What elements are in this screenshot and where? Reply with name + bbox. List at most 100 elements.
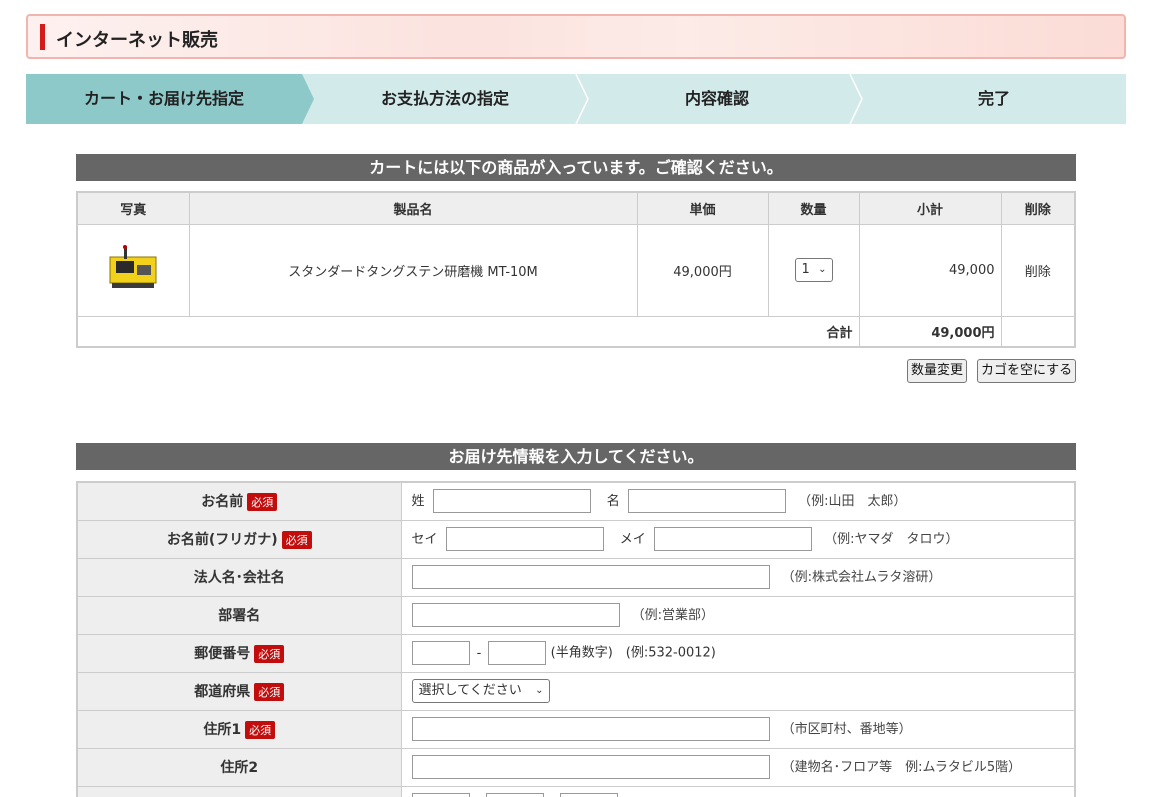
last-name-input[interactable] [432, 489, 591, 514]
page-header: インターネット販売 [26, 14, 1126, 59]
addr1-hint: （市区町村、番地等） [781, 721, 912, 737]
product-image[interactable] [104, 243, 162, 293]
kana-label-cell: お名前(フリガナ) 必須 [76, 519, 402, 559]
name-label-cell: お名前 必須 [76, 481, 402, 521]
zip-second-input[interactable] [488, 641, 547, 665]
first-name-kana-input[interactable] [653, 527, 812, 551]
last-name-kana-input[interactable] [445, 527, 604, 551]
col-name: 製品名 [188, 191, 638, 225]
addr2-input-cell: （建物名･フロア等 例:ムラタビル5階） [400, 747, 1076, 787]
required-badge: 必須 [247, 493, 278, 512]
cart-section-title: カートには以下の商品が入っています。ご確認ください。 [76, 154, 1076, 181]
col-subtotal: 小計 [858, 191, 1002, 225]
zip-label: 郵便番号 [194, 646, 251, 662]
step-confirm-label: 内容確認 [684, 89, 749, 108]
kana-input-cell: セイ メイ （例:ヤマダ タロウ） [400, 519, 1076, 559]
company-input-cell: （例:株式会社ムラタ溶研） [400, 557, 1076, 597]
name-label: お名前 [201, 494, 244, 511]
step-confirm: 内容確認 [586, 74, 848, 124]
qty-cell: 1 ⌄ [767, 223, 860, 317]
first-name-label: 名 [606, 493, 620, 509]
delete-link[interactable]: 削除 [1000, 223, 1076, 317]
required-badge: 必須 [254, 683, 285, 701]
total-row: 合計 49,000円 [76, 315, 1076, 348]
prefecture-selected: 選択してください [418, 683, 522, 698]
dept-input-cell: （例:営業部） [400, 595, 1076, 635]
form-row-dept: 部署名 （例:営業部） [76, 595, 1076, 635]
chevron-down-icon: ⌄ [818, 264, 827, 275]
dept-label: 部署名 [76, 595, 402, 635]
form-row-addr2: 住所2 （建物名･フロア等 例:ムラタビル5階） [76, 747, 1076, 787]
table-row: スタンダードタングステン研磨機 MT-10M 49,000円 1 ⌄ 49,00… [76, 223, 1076, 317]
product-price: 49,000円 [636, 223, 769, 317]
cart-table: 写真 製品名 単価 数量 小計 削除 スタンダードタングステン研磨機 MT-10… [76, 191, 1076, 348]
step-complete: 完了 [862, 74, 1126, 124]
delivery-form: お名前 必須 姓 名 （例:山田 太郎） お名前(フリガナ) 必須 セイ メイ （例… [76, 481, 1076, 797]
name-input-cell: 姓 名 （例:山田 太郎） [400, 481, 1076, 521]
col-qty: 数量 [767, 191, 860, 225]
col-photo: 写真 [76, 191, 190, 225]
form-row-addr1: 住所1 必須 （市区町村、番地等） [76, 709, 1076, 749]
first-name-kana-label: メイ [619, 531, 646, 547]
step-payment: お支払方法の指定 [316, 74, 574, 124]
empty-cart-button[interactable]: カゴを空にする [977, 359, 1077, 383]
prefecture-select[interactable]: 選択してください ⌄ [411, 679, 550, 703]
kana-label: お名前(フリガナ) [166, 532, 278, 548]
page-title: インターネット販売 [56, 30, 218, 51]
total-value: 49,000円 [858, 315, 1002, 348]
company-input[interactable] [411, 565, 770, 589]
header-accent-bar [40, 24, 45, 50]
address1-input[interactable] [411, 717, 770, 741]
quantity-select[interactable]: 1 ⌄ [794, 258, 833, 282]
col-delete: 削除 [1000, 191, 1076, 225]
pref-input-cell: 選択してください ⌄ [400, 671, 1076, 711]
phone-input-2[interactable] [485, 792, 544, 797]
form-row-pref: 都道府県 必須 選択してください ⌄ [76, 671, 1076, 711]
addr2-hint: （建物名･フロア等 例:ムラタビル5階） [781, 759, 1022, 775]
zip-first-input[interactable] [411, 641, 470, 665]
form-row-name: お名前 必須 姓 名 （例:山田 太郎） [76, 481, 1076, 521]
first-name-input[interactable] [627, 489, 786, 514]
name-hint: （例:山田 太郎） [798, 493, 907, 509]
zip-hint: (半角数字) (例:532-0012) [550, 645, 716, 661]
last-name-label: 姓 [411, 493, 425, 509]
zip-input-cell: - (半角数字) (例:532-0012) [400, 633, 1076, 673]
total-label: 合計 [76, 315, 860, 348]
last-name-kana-label: セイ [411, 531, 438, 547]
dept-input[interactable] [411, 603, 620, 627]
addr1-input-cell: （市区町村、番地等） [400, 709, 1076, 749]
kana-hint: （例:ヤマダ タロウ） [824, 531, 959, 547]
step-payment-label: お支払方法の指定 [380, 89, 509, 108]
next-input-cell [400, 785, 1076, 797]
step-cart: カート・お届け先指定 [26, 74, 302, 124]
phone-input-1[interactable] [411, 792, 470, 797]
address2-input[interactable] [411, 755, 770, 779]
pref-label: 都道府県 [194, 684, 251, 700]
addr1-label: 住所1 [203, 722, 242, 738]
dept-hint: （例:営業部） [631, 607, 715, 623]
checkout-steps: カート・お届け先指定 お支払方法の指定 内容確認 完了 [26, 74, 1126, 124]
addr2-label: 住所2 [76, 747, 402, 787]
product-subtotal: 49,000 [858, 223, 1002, 317]
cart-header-row: 写真 製品名 単価 数量 小計 削除 [76, 191, 1076, 225]
product-name: スタンダードタングステン研磨機 MT-10M [188, 223, 638, 317]
required-badge: 必須 [254, 645, 285, 663]
step-complete-label: 完了 [977, 89, 1010, 108]
update-quantity-button[interactable]: 数量変更 [907, 359, 968, 383]
zip-separator: - [476, 645, 482, 661]
phone-input-3[interactable] [559, 792, 618, 797]
total-empty-cell [1000, 315, 1076, 348]
required-badge: 必須 [281, 531, 312, 549]
quantity-value: 1 [801, 262, 810, 277]
pref-label-cell: 都道府県 必須 [76, 671, 402, 711]
chevron-down-icon: ⌄ [535, 685, 544, 696]
product-photo[interactable] [76, 223, 190, 317]
zip-label-cell: 郵便番号 必須 [76, 633, 402, 673]
form-row-kana: お名前(フリガナ) 必須 セイ メイ （例:ヤマダ タロウ） [76, 519, 1076, 559]
required-badge: 必須 [245, 721, 276, 739]
next-label-cell [76, 785, 402, 797]
form-row-company: 法人名･会社名 （例:株式会社ムラタ溶研） [76, 557, 1076, 597]
form-row-next [76, 785, 1076, 797]
company-label: 法人名･会社名 [76, 557, 402, 597]
delivery-section-title: お届け先情報を入力してください。 [76, 443, 1076, 470]
